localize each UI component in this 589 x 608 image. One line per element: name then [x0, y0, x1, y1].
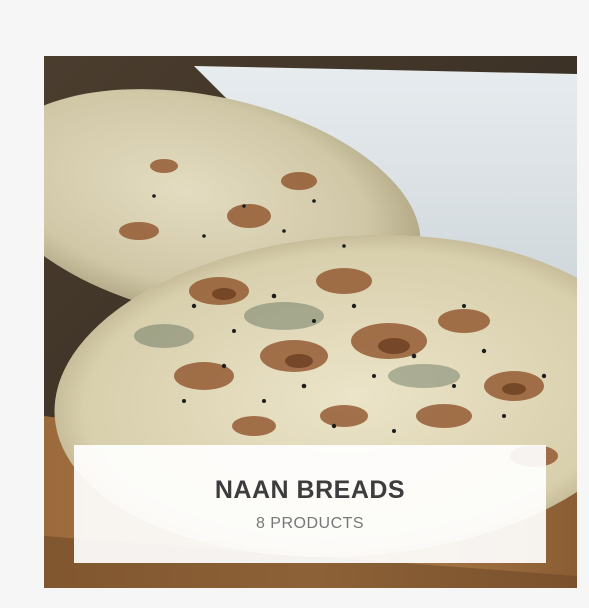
category-caption: NAAN BREADS 8 PRODUCTS — [74, 445, 546, 563]
category-card-naan-breads[interactable]: NAAN BREADS 8 PRODUCTS — [44, 56, 577, 588]
category-product-count: 8 PRODUCTS — [255, 514, 365, 532]
category-title[interactable]: NAAN BREADS — [215, 476, 405, 505]
